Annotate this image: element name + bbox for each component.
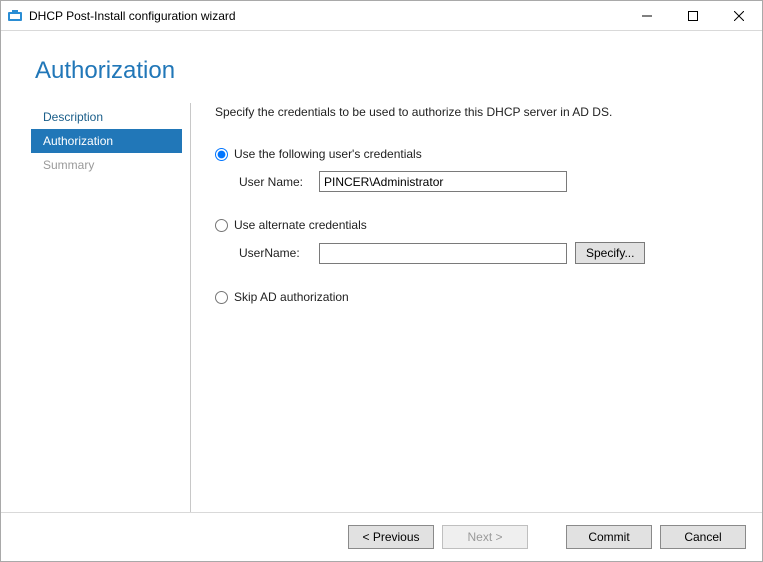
page-title: Authorization: [35, 57, 732, 85]
username1-input[interactable]: [319, 171, 567, 192]
app-icon: [7, 8, 23, 24]
username1-label: User Name:: [239, 175, 311, 189]
radio-use-following[interactable]: [215, 148, 228, 161]
option-use-alternate-credentials: Use alternate credentials UserName: Spec…: [215, 218, 724, 264]
minimize-button[interactable]: [624, 1, 670, 31]
radio-use-following-label: Use the following user's credentials: [234, 147, 422, 161]
radio-skip-ad-label: Skip AD authorization: [234, 290, 349, 304]
step-authorization[interactable]: Authorization: [31, 129, 182, 153]
radio-use-alternate-label: Use alternate credentials: [234, 218, 367, 232]
radio-use-alternate[interactable]: [215, 219, 228, 232]
username2-input[interactable]: [319, 243, 567, 264]
username2-label: UserName:: [239, 246, 311, 260]
wizard-window: DHCP Post-Install configuration wizard A…: [0, 0, 763, 562]
wizard-content: Specify the credentials to be used to au…: [191, 103, 732, 512]
radio-skip-ad[interactable]: [215, 291, 228, 304]
next-button: Next >: [442, 525, 528, 549]
window-title: DHCP Post-Install configuration wizard: [29, 9, 236, 23]
commit-button[interactable]: Commit: [566, 525, 652, 549]
option-skip-ad-authorization: Skip AD authorization: [215, 290, 724, 304]
cancel-button[interactable]: Cancel: [660, 525, 746, 549]
close-button[interactable]: [716, 1, 762, 31]
step-description[interactable]: Description: [31, 105, 182, 129]
instruction-text: Specify the credentials to be used to au…: [215, 105, 724, 119]
specify-button[interactable]: Specify...: [575, 242, 645, 264]
previous-button[interactable]: < Previous: [348, 525, 434, 549]
wizard-footer: < Previous Next > Commit Cancel: [1, 512, 762, 561]
titlebar: DHCP Post-Install configuration wizard: [1, 1, 762, 31]
maximize-button[interactable]: [670, 1, 716, 31]
step-summary: Summary: [31, 153, 182, 177]
option-use-following-credentials: Use the following user's credentials Use…: [215, 147, 724, 192]
wizard-steps-sidebar: Description Authorization Summary: [31, 103, 191, 512]
